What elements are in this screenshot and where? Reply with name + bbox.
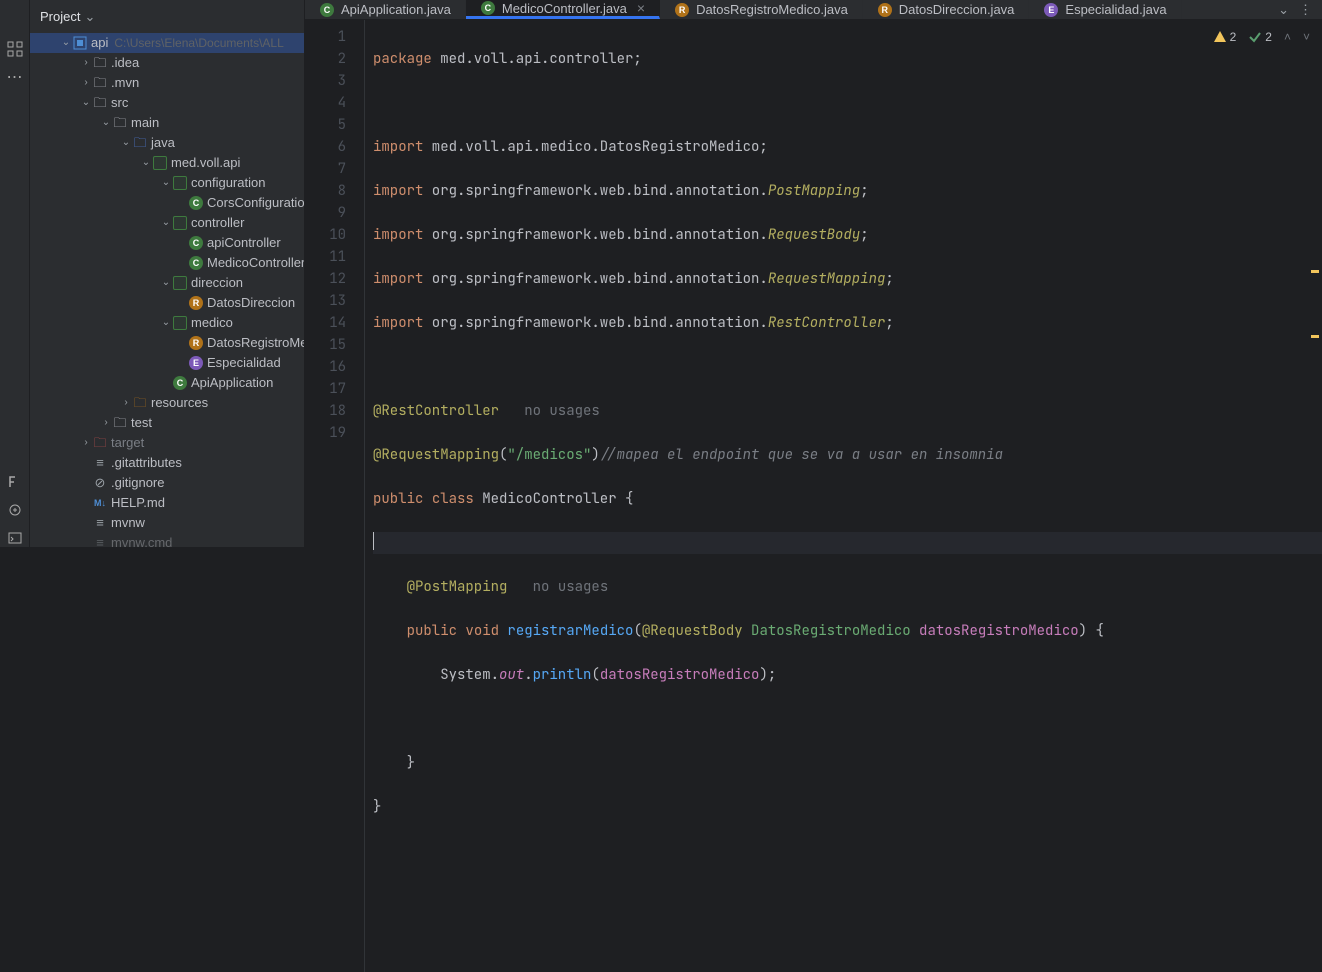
record-icon: R bbox=[188, 335, 204, 351]
chevron-down-icon[interactable]: ⌄ bbox=[1278, 2, 1289, 18]
tree-item[interactable]: ⌄ configuration bbox=[30, 173, 304, 193]
package-icon bbox=[172, 275, 188, 291]
record-icon: R bbox=[674, 2, 690, 18]
tree-item[interactable]: › 🗀 test bbox=[30, 413, 304, 433]
tree-item[interactable]: ⌄ medico bbox=[30, 313, 304, 333]
tree-item[interactable]: › 🗀 target bbox=[30, 433, 304, 453]
nav-down-icon[interactable]: ˅ bbox=[1303, 26, 1310, 48]
sidebar-title: Project bbox=[40, 9, 80, 24]
editor-tabs: C ApiApplication.java C MedicoController… bbox=[305, 0, 1322, 20]
tree-item[interactable]: E Especialidad bbox=[30, 353, 304, 373]
chevron-right-icon: › bbox=[80, 53, 92, 73]
tree-item[interactable]: M↓ HELP.md bbox=[30, 493, 304, 513]
code-area[interactable]: package med.voll.api.controller; import … bbox=[365, 20, 1322, 972]
class-icon: C bbox=[319, 2, 335, 18]
chevron-down-icon: ⌄ bbox=[100, 113, 112, 133]
markdown-icon: M↓ bbox=[92, 495, 108, 511]
tree-item[interactable]: ≡ mvnw.cmd bbox=[30, 533, 304, 547]
tree-item[interactable]: C CorsConfiguration bbox=[30, 193, 304, 213]
editor[interactable]: 12345678910111213141516171819 package me… bbox=[305, 20, 1322, 972]
package-icon bbox=[172, 315, 188, 331]
folder-icon: 🗀 bbox=[112, 415, 128, 431]
chevron-right-icon: › bbox=[80, 433, 92, 453]
tree-item[interactable]: ⌄ 🗀 src bbox=[30, 93, 304, 113]
enum-icon: E bbox=[1043, 2, 1059, 18]
record-icon: R bbox=[877, 2, 893, 18]
project-header[interactable]: Project ⌄ bbox=[30, 0, 304, 33]
record-icon: R bbox=[188, 295, 204, 311]
tree-item[interactable]: › 🗀 resources bbox=[30, 393, 304, 413]
tree-item[interactable]: C apiController bbox=[30, 233, 304, 253]
tool-window-bar: ⋯ bbox=[0, 0, 30, 547]
package-icon bbox=[172, 215, 188, 231]
class-icon: C bbox=[188, 195, 204, 211]
tree-item[interactable]: ⌄ 🗀 main bbox=[30, 113, 304, 133]
chevron-down-icon: ⌄ bbox=[140, 153, 152, 173]
class-icon: C bbox=[480, 0, 496, 16]
tab-medico-controller[interactable]: C MedicoController.java × bbox=[466, 0, 660, 19]
project-sidebar: Project ⌄ ⌄ api C:\Users\Elena\Documents… bbox=[30, 0, 305, 547]
tree-item[interactable]: C MedicoController bbox=[30, 253, 304, 273]
tree-item[interactable]: R DatosRegistroMe bbox=[30, 333, 304, 353]
chevron-down-icon: ⌄ bbox=[60, 33, 72, 53]
class-icon: C bbox=[188, 235, 204, 251]
project-tree: ⌄ api C:\Users\Elena\Documents\ALL › 🗀 .… bbox=[30, 33, 304, 547]
chevron-down-icon: ⌄ bbox=[80, 93, 92, 113]
chevron-right-icon: › bbox=[100, 413, 112, 433]
error-stripe bbox=[1313, 20, 1319, 972]
tree-item[interactable]: ⌄ 🗀 java bbox=[30, 133, 304, 153]
file-icon: ≡ bbox=[92, 515, 108, 531]
enum-icon: E bbox=[188, 355, 204, 371]
resources-folder-icon: 🗀 bbox=[132, 395, 148, 411]
module-icon bbox=[72, 35, 88, 51]
more-icon[interactable]: ⋯ bbox=[6, 68, 24, 86]
tool-icon-1[interactable] bbox=[6, 473, 24, 491]
tree-item[interactable]: ⊘ .gitignore bbox=[30, 473, 304, 493]
folder-icon: 🗀 bbox=[92, 55, 108, 71]
chevron-down-icon: ⌄ bbox=[160, 213, 172, 233]
class-icon: C bbox=[188, 255, 204, 271]
package-icon bbox=[172, 175, 188, 191]
inspection-widget[interactable]: 2 2 ˄ ˅ bbox=[1213, 26, 1310, 48]
chevron-down-icon: ⌄ bbox=[160, 313, 172, 333]
tree-item[interactable]: ⌄ med.voll.api bbox=[30, 153, 304, 173]
tree-item[interactable]: › 🗀 .idea bbox=[30, 53, 304, 73]
nav-up-icon[interactable]: ˄ bbox=[1284, 26, 1291, 48]
editor-main: C ApiApplication.java C MedicoController… bbox=[305, 0, 1322, 547]
folder-icon: 🗀 bbox=[92, 75, 108, 91]
src-folder-icon: 🗀 bbox=[132, 135, 148, 151]
chevron-down-icon: ⌄ bbox=[84, 9, 95, 25]
class-icon: C bbox=[172, 375, 188, 391]
tree-item[interactable]: ≡ .gitattributes bbox=[30, 453, 304, 473]
package-icon bbox=[152, 155, 168, 171]
tab-api-application[interactable]: C ApiApplication.java bbox=[305, 0, 466, 19]
tree-item[interactable]: ≡ mvnw bbox=[30, 513, 304, 533]
tree-item[interactable]: C ApiApplication bbox=[30, 373, 304, 393]
tab-especialidad[interactable]: E Especialidad.java bbox=[1029, 0, 1181, 19]
file-icon: ≡ bbox=[92, 455, 108, 471]
structure-icon[interactable] bbox=[6, 40, 24, 58]
gitignore-icon: ⊘ bbox=[92, 475, 108, 491]
chevron-right-icon: › bbox=[120, 393, 132, 413]
tab-datos-direccion[interactable]: R DatosDireccion.java bbox=[863, 0, 1030, 19]
chevron-right-icon: › bbox=[80, 73, 92, 93]
line-gutter: 12345678910111213141516171819 bbox=[305, 20, 365, 972]
file-icon: ≡ bbox=[92, 535, 108, 547]
tab-datos-registro[interactable]: R DatosRegistroMedico.java bbox=[660, 0, 863, 19]
tree-item[interactable]: ⌄ direccion bbox=[30, 273, 304, 293]
target-folder-icon: 🗀 bbox=[92, 435, 108, 451]
chevron-down-icon: ⌄ bbox=[160, 173, 172, 193]
folder-icon: 🗀 bbox=[112, 115, 128, 131]
tree-item[interactable]: R DatosDireccion bbox=[30, 293, 304, 313]
tree-item[interactable]: ⌄ controller bbox=[30, 213, 304, 233]
terminal-icon[interactable] bbox=[6, 529, 24, 547]
more-icon[interactable]: ⋮ bbox=[1299, 2, 1312, 18]
close-icon[interactable]: × bbox=[637, 0, 645, 16]
tool-icon-2[interactable] bbox=[6, 501, 24, 519]
tree-root[interactable]: ⌄ api C:\Users\Elena\Documents\ALL bbox=[30, 33, 304, 53]
folder-icon: 🗀 bbox=[92, 95, 108, 111]
chevron-down-icon: ⌄ bbox=[160, 273, 172, 293]
chevron-down-icon: ⌄ bbox=[120, 133, 132, 153]
tree-item[interactable]: › 🗀 .mvn bbox=[30, 73, 304, 93]
